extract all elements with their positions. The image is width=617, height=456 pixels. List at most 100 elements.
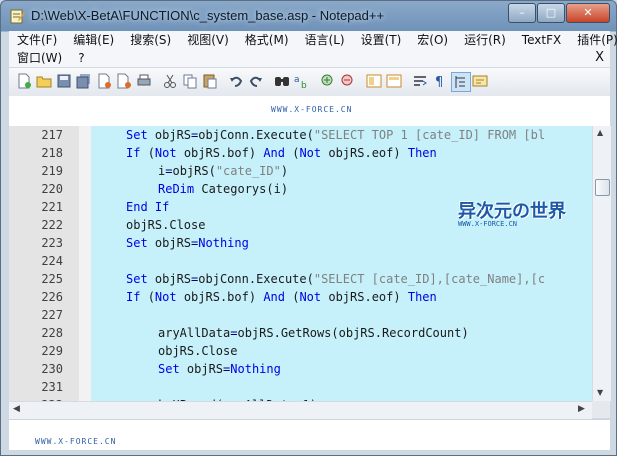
zoom-in-icon[interactable] (319, 72, 337, 90)
menu-plugins[interactable]: 插件(P) (569, 31, 617, 49)
cut-icon[interactable] (161, 72, 179, 90)
line-number: 229 (41, 344, 63, 358)
find-icon[interactable] (273, 72, 291, 90)
code-line[interactable]: 220 ReDim Categorys(i) (9, 180, 592, 198)
code-line[interactable]: 225 Set objRS=objConn.Execute("SELECT [ca… (9, 270, 592, 288)
scrollbar-corner (592, 401, 610, 418)
code-line[interactable]: 224 (9, 252, 592, 270)
menu-file[interactable]: 文件(F) (9, 31, 65, 49)
code-token: aryAllData (158, 326, 231, 340)
maximize-button[interactable]: □ (537, 3, 565, 23)
code-token: Set (158, 362, 187, 376)
sync-h-icon[interactable] (385, 72, 403, 90)
save-icon[interactable] (55, 72, 73, 90)
show-all-chars-icon[interactable]: ¶ (431, 72, 449, 90)
code-token: objRS (154, 236, 192, 250)
replace-icon[interactable]: ab (293, 72, 311, 90)
code-text: i=objRS("cate_ID") (158, 162, 288, 180)
window-title: D:\Web\X-BetA\FUNCTION\c_system_base.asp… (31, 8, 385, 23)
user-lang-icon[interactable] (471, 72, 489, 90)
code-token: Set (126, 128, 155, 142)
code-line[interactable]: 228 aryAllData=objRS.GetRows(objRS.Record… (9, 324, 592, 342)
code-line[interactable]: 219 i=objRS("cate_ID") (9, 162, 592, 180)
line-number: 223 (41, 236, 63, 250)
ad-banner: WWW.X-FORCE.CN (9, 96, 610, 127)
code-line[interactable]: 227 (9, 306, 592, 324)
code-line[interactable]: 231 (9, 378, 592, 396)
code-token: objRS.bof) (183, 290, 264, 304)
code-text: ReDim Categorys(i) (158, 180, 288, 198)
code-token: objRS.Close (126, 218, 206, 232)
line-number: 225 (41, 272, 63, 286)
print-icon[interactable] (135, 72, 153, 90)
menu-window[interactable]: 窗口(W) (9, 49, 70, 67)
code-token: If (126, 290, 148, 304)
menu-edit[interactable]: 编辑(E) (65, 31, 122, 49)
undo-icon[interactable] (227, 72, 245, 90)
menu-settings[interactable]: 设置(T) (353, 31, 410, 49)
code-token: ReDim (158, 182, 202, 196)
zoom-out-icon[interactable] (339, 72, 357, 90)
line-number: 228 (41, 326, 63, 340)
open-file-icon[interactable] (35, 72, 53, 90)
code-token: objRS.Close (158, 344, 238, 358)
word-wrap-icon[interactable] (411, 72, 429, 90)
redo-icon[interactable] (247, 72, 265, 90)
line-number: 222 (41, 218, 63, 232)
svg-text:a: a (294, 75, 300, 85)
notepad-window: D:\Web\X-BetA\FUNCTION\c_system_base.asp… (0, 0, 617, 456)
code-line[interactable]: 218 If (Not objRS.bof) And (Not objRS.eof… (9, 144, 592, 162)
menu-textfx[interactable]: TextFX (514, 31, 569, 49)
menu-search[interactable]: 搜索(S) (122, 31, 179, 49)
line-number: 217 (41, 128, 63, 142)
new-file-icon[interactable] (15, 72, 33, 90)
scroll-right-arrow-icon[interactable]: ▶ (578, 404, 585, 414)
menu-run[interactable]: 运行(R) (456, 31, 514, 49)
code-line[interactable]: 229 objRS.Close (9, 342, 592, 360)
code-text: Set objRS=Nothing (126, 234, 249, 252)
notepad-app-icon (10, 9, 25, 24)
vertical-scroll-thumb[interactable] (595, 179, 610, 196)
menu-help[interactable]: ? (70, 49, 92, 67)
close-icon[interactable] (95, 72, 113, 90)
code-text: If (Not objRS.bof) And (Not objRS.eof) T… (126, 144, 437, 162)
code-token: Nothing (230, 362, 281, 376)
title-bar[interactable]: D:\Web\X-BetA\FUNCTION\c_system_base.asp… (1, 1, 616, 31)
line-number: 230 (41, 362, 63, 376)
close-all-icon[interactable] (115, 72, 133, 90)
code-token: objConn.Execute( (198, 272, 314, 286)
menu-format[interactable]: 格式(M) (237, 31, 297, 49)
close-button[interactable]: ✕ (566, 3, 610, 23)
scroll-left-arrow-icon[interactable]: ◀ (13, 404, 20, 414)
horizontal-scrollbar[interactable]: ◀ ▶ (9, 401, 592, 419)
code-token: objRS.bof) (183, 146, 264, 160)
paste-icon[interactable] (201, 72, 219, 90)
menu-view[interactable]: 视图(V) (179, 31, 237, 49)
copy-icon[interactable] (181, 72, 199, 90)
line-number: 220 (41, 182, 63, 196)
menu-macro[interactable]: 宏(O) (409, 31, 456, 49)
sync-v-icon[interactable] (365, 72, 383, 90)
code-line[interactable]: 226 If (Not objRS.bof) And (Not objRS.eof… (9, 288, 592, 306)
document-close-button[interactable]: X (595, 49, 604, 67)
code-text: objRS.Close (158, 342, 237, 360)
code-editor[interactable]: 217 Set objRS=objConn.Execute("SELECT TOP… (9, 126, 592, 401)
code-token: Not (154, 290, 184, 304)
indent-guide-icon[interactable] (451, 72, 471, 92)
code-token: objRS( (172, 164, 216, 178)
vertical-scrollbar[interactable]: ▲ ▼ (592, 126, 611, 401)
code-line[interactable]: 217 Set objRS=objConn.Execute("SELECT TOP… (9, 126, 592, 144)
scroll-up-arrow-icon[interactable]: ▲ (597, 128, 603, 137)
minimize-button[interactable]: – (508, 3, 536, 23)
status-text: WWW.X-FORCE.CN (35, 437, 117, 446)
save-all-icon[interactable] (75, 72, 93, 90)
line-number: 224 (41, 254, 63, 268)
menu-language[interactable]: 语言(L) (297, 31, 353, 49)
code-token: Not (154, 146, 184, 160)
code-text: End If (126, 198, 169, 216)
scroll-down-arrow-icon[interactable]: ▼ (597, 388, 603, 397)
code-token: objRS.eof) (328, 146, 408, 160)
code-line[interactable]: 230 Set objRS=Nothing (9, 360, 592, 378)
code-token: ( (147, 146, 155, 160)
code-token: Not (299, 146, 329, 160)
